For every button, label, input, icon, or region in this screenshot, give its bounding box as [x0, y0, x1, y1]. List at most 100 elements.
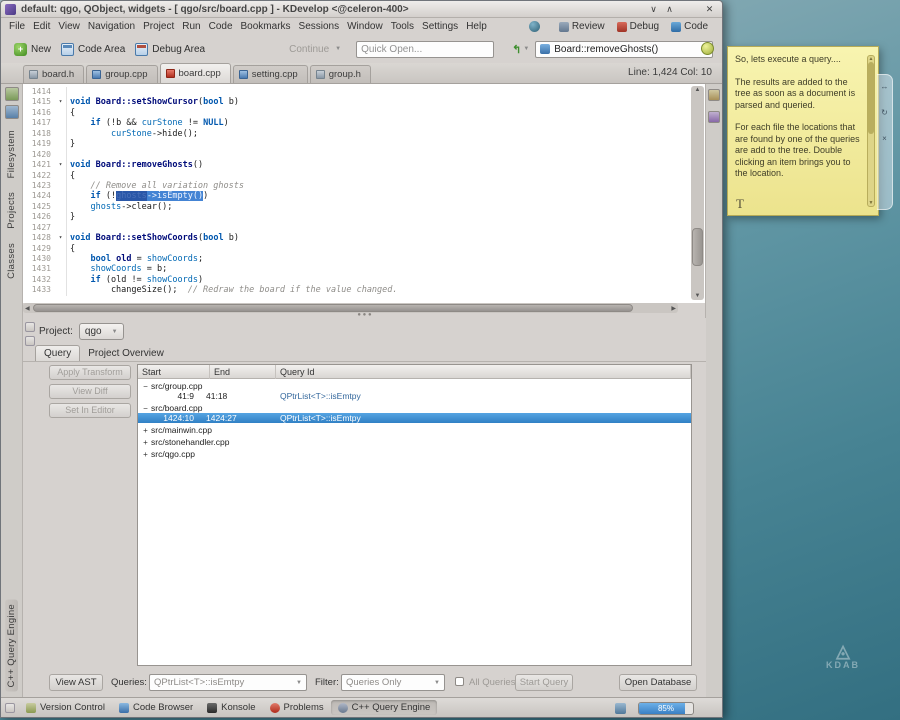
new-button[interactable]: + New [9, 41, 56, 58]
close-icon[interactable]: × [882, 135, 887, 143]
fold-marker-icon[interactable]: ▾ [55, 233, 67, 244]
menu-item-window[interactable]: Window [343, 20, 387, 33]
external-scripts-icon[interactable] [708, 111, 720, 123]
move-icon[interactable]: ↔ [881, 83, 889, 91]
menu-item-help[interactable]: Help [462, 20, 491, 33]
set-in-editor-button[interactable]: Set In Editor [49, 403, 131, 418]
column-header-end[interactable]: End [210, 365, 276, 379]
quick-open-input[interactable]: Quick Open... [356, 40, 495, 58]
expander-icon[interactable]: + [141, 426, 150, 435]
result-file-row[interactable]: − src/group.cpp [138, 381, 691, 391]
result-file-row[interactable]: + src/mainwin.cpp [138, 425, 691, 435]
tab-group.cpp[interactable]: group.cpp [86, 65, 158, 83]
menu-item-project[interactable]: Project [139, 20, 178, 33]
left-dock-button-classes[interactable]: Classes [6, 243, 17, 279]
area-button-review[interactable]: Review [558, 21, 605, 32]
titlebar[interactable]: default: qgo, QObject, widgets - [ qgo/s… [1, 1, 722, 18]
documentation-icon[interactable] [708, 89, 720, 101]
scroll-left-icon[interactable]: ◀ [25, 305, 30, 312]
close-button[interactable]: ✕ [703, 3, 716, 16]
apply-transform-button[interactable]: Apply Transform [49, 365, 131, 380]
scroll-down-icon[interactable]: ▼ [691, 293, 704, 299]
note-format-button[interactable]: T [736, 196, 744, 212]
menu-item-run[interactable]: Run [178, 20, 204, 33]
result-file-row[interactable]: + src/qgo.cpp [138, 449, 691, 459]
scrollbar-thumb[interactable] [33, 304, 633, 312]
editor-vertical-scrollbar[interactable]: ▲ ▼ [691, 86, 704, 300]
dock-button-icon[interactable] [25, 322, 35, 332]
editor-horizontal-scrollbar[interactable]: ◀ ▶ [23, 303, 678, 313]
expander-icon[interactable]: − [141, 404, 150, 413]
scrollbar-thumb[interactable] [868, 62, 874, 134]
debug-area-button[interactable]: Debug Area [130, 41, 210, 58]
rotate-icon[interactable]: ↻ [881, 109, 888, 117]
menu-item-bookmarks[interactable]: Bookmarks [237, 20, 295, 33]
view-ast-button[interactable]: View AST [49, 674, 103, 691]
fold-marker-icon[interactable]: ▾ [55, 97, 67, 108]
applet-handle[interactable]: ↔ ↻ × [877, 74, 893, 210]
open-database-button[interactable]: Open Database [619, 674, 697, 691]
menu-item-settings[interactable]: Settings [418, 20, 462, 33]
left-dock-query-engine[interactable]: C++ Query Engine [5, 599, 18, 691]
code-area-button[interactable]: Code Area [56, 41, 130, 58]
scrollbar-thumb[interactable] [692, 228, 703, 266]
panel-tab-query[interactable]: Query [35, 345, 81, 361]
menu-item-file[interactable]: File [5, 20, 29, 33]
navigation-back-button[interactable]: ↰ ▼ [512, 43, 529, 56]
minimize-button[interactable]: ∨ [647, 3, 660, 16]
scroll-right-icon[interactable]: ▶ [671, 305, 676, 312]
filter-select[interactable]: Queries Only ▼ [341, 674, 445, 691]
assistant-icon[interactable] [701, 42, 714, 55]
toolview-button-code-browser[interactable]: Code Browser [112, 700, 200, 715]
tab-setting.cpp[interactable]: setting.cpp [232, 65, 308, 83]
toolview-button-version-control[interactable]: Version Control [19, 700, 112, 715]
left-dock-button-projects[interactable]: Projects [6, 192, 17, 229]
expander-icon[interactable]: − [141, 382, 150, 391]
start-query-button[interactable]: Start Query [515, 674, 573, 691]
results-table[interactable]: Start End Query Id − src/group.cpp 41:9 41:18… [137, 364, 692, 666]
code-editor[interactable]: 1414 1415 ▾ void Board::setShowCursor(bool … [23, 84, 706, 303]
toolview-grid-icon[interactable] [5, 702, 15, 713]
area-button-code[interactable]: Code [671, 21, 708, 32]
area-button-debug[interactable]: Debug [616, 21, 659, 32]
background-parser-icon[interactable] [615, 703, 626, 714]
column-header-query-id[interactable]: Query Id [276, 365, 691, 379]
documents-icon[interactable] [4, 105, 19, 119]
toolview-button-konsole[interactable]: Konsole [200, 700, 262, 715]
scroll-down-icon[interactable]: ▼ [868, 200, 874, 206]
menu-item-edit[interactable]: Edit [29, 20, 54, 33]
menu-item-tools[interactable]: Tools [387, 20, 418, 33]
scroll-up-icon[interactable]: ▲ [691, 87, 704, 93]
note-scrollbar[interactable]: ▲ ▼ [867, 55, 875, 207]
project-select[interactable]: qgo ▼ [78, 323, 124, 340]
queries-select[interactable]: QPtrList<T>::isEmtpy ▼ [149, 674, 307, 691]
menu-item-view[interactable]: View [54, 20, 84, 33]
toolview-button-problems[interactable]: Problems [263, 700, 331, 715]
continue-button[interactable]: Continue ▼ [284, 42, 346, 57]
tab-board.h[interactable]: board.h [23, 65, 85, 83]
all-queries-checkbox[interactable] [455, 677, 464, 686]
menu-item-code[interactable]: Code [205, 20, 237, 33]
editor-lines[interactable]: 1414 1415 ▾ void Board::setShowCursor(bool … [23, 87, 688, 296]
maximize-button[interactable]: ∧ [663, 3, 676, 16]
result-match-row[interactable]: 1424:10 1424:27 QPtrList<T>::isEmtpy [138, 413, 691, 423]
symbol-navigator-combo[interactable]: Board::removeGhosts() ▼ [535, 40, 714, 58]
result-match-row[interactable]: 41:9 41:18 QPtrList<T>::isEmtpy [138, 391, 691, 401]
result-file-row[interactable]: + src/stonehandler.cpp [138, 437, 691, 447]
column-header-start[interactable]: Start [138, 365, 210, 379]
tab-board.cpp[interactable]: board.cpp [159, 63, 231, 83]
menu-item-sessions[interactable]: Sessions [295, 20, 344, 33]
toolview-button-c++-query-engine[interactable]: C++ Query Engine [330, 700, 438, 715]
result-file-row[interactable]: − src/board.cpp [138, 403, 691, 413]
menu-item-navigation[interactable]: Navigation [84, 20, 139, 33]
tab-group.h[interactable]: group.h [309, 65, 371, 83]
view-diff-button[interactable]: View Diff [49, 384, 131, 399]
panel-tab-project-overview[interactable]: Project Overview [80, 346, 172, 361]
left-dock-button-filesystem[interactable]: Filesystem [6, 130, 17, 178]
snippets-icon[interactable] [4, 87, 19, 101]
dock-button-icon[interactable] [25, 336, 35, 346]
expander-icon[interactable]: + [141, 438, 150, 447]
fold-marker-icon[interactable]: ▾ [55, 160, 67, 171]
expander-icon[interactable]: + [141, 450, 150, 459]
session-icon[interactable] [529, 21, 540, 32]
